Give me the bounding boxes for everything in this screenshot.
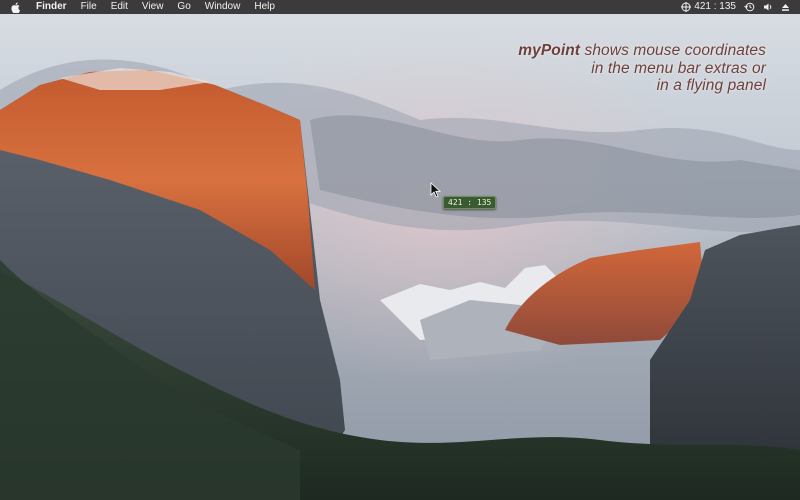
- menu-window[interactable]: Window: [198, 0, 248, 14]
- menu-help[interactable]: Help: [247, 0, 282, 14]
- mouse-cursor-icon: [430, 182, 442, 198]
- crosshair-icon: [681, 2, 692, 12]
- brand-name: myPoint: [518, 42, 581, 59]
- volume-icon[interactable]: [759, 0, 777, 14]
- apple-menu-icon[interactable]: [10, 0, 22, 14]
- menu-bar-coordinates: 421 : 135: [694, 1, 736, 12]
- menu-bar-extras: 421 : 135: [677, 0, 800, 14]
- eject-icon[interactable]: [777, 0, 794, 14]
- menu-edit[interactable]: Edit: [104, 0, 135, 14]
- flying-coordinates-panel: 421 : 135: [443, 196, 497, 209]
- promo-line-1: myPoint shows mouse coordinates: [518, 42, 766, 60]
- menu-bar: Finder File Edit View Go Window Help 421…: [0, 0, 800, 14]
- promo-line-2: in the menu bar extras or: [591, 59, 766, 77]
- mypoint-menu-extra[interactable]: 421 : 135: [677, 0, 740, 14]
- time-machine-icon[interactable]: [740, 0, 759, 14]
- menu-bar-left: Finder File Edit View Go Window Help: [0, 0, 282, 14]
- menu-finder[interactable]: Finder: [34, 0, 74, 14]
- menu-file[interactable]: File: [74, 0, 104, 14]
- promo-text: myPoint shows mouse coordinates in the m…: [518, 42, 766, 95]
- desktop[interactable]: Finder File Edit View Go Window Help 421…: [0, 0, 800, 500]
- menu-go[interactable]: Go: [170, 0, 197, 14]
- promo-line-1-rest: shows mouse coordinates: [580, 42, 766, 59]
- promo-line-3: in a flying panel: [656, 77, 766, 94]
- menu-view[interactable]: View: [135, 0, 171, 14]
